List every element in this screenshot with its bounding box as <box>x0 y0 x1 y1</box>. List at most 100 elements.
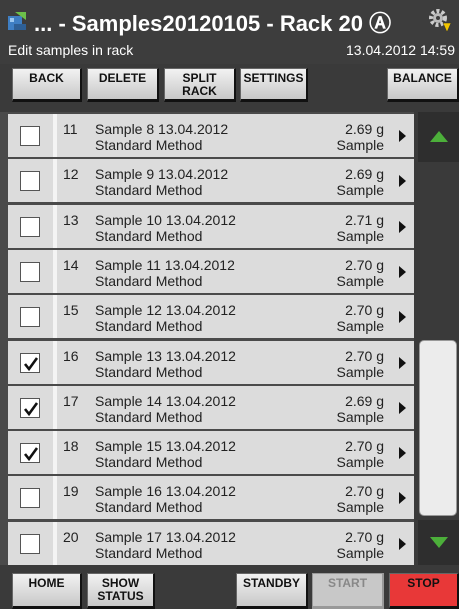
sample-checkbox[interactable] <box>20 216 40 237</box>
sample-weight: 2.71 g <box>345 211 384 228</box>
sample-checkbox[interactable] <box>20 533 40 554</box>
chevron-right-icon[interactable] <box>399 356 406 369</box>
list-item[interactable]: 16 Sample 13 13.04.2012 Standard Method 2.7… <box>8 340 414 384</box>
sample-number: 12 <box>63 166 79 183</box>
chevron-right-icon[interactable] <box>399 220 406 233</box>
sample-weight: 2.69 g <box>345 121 384 137</box>
sample-type: Sample <box>336 318 384 335</box>
sample-method: Standard Method <box>95 408 203 425</box>
sample-checkbox[interactable] <box>20 352 40 373</box>
row-divider <box>53 431 57 475</box>
list-item[interactable]: 12 Sample 9 13.04.2012 Standard Method 2.69… <box>8 159 414 203</box>
sample-type: Sample <box>336 363 384 380</box>
datetime-display: 13.04.2012 14:59 <box>346 42 455 58</box>
sample-number: 14 <box>63 256 79 273</box>
list-item[interactable]: 14 Sample 11 13.04.2012 Standard Method 2.7… <box>8 249 414 293</box>
sample-list: 11 Sample 8 13.04.2012 Standard Method 2.69… <box>0 112 414 565</box>
sample-number: 20 <box>63 528 79 545</box>
row-divider <box>53 476 57 520</box>
balance-button[interactable]: BALANCE <box>387 68 459 102</box>
sample-method: Standard Method <box>95 499 203 516</box>
row-divider <box>53 159 57 203</box>
sample-type: Sample <box>336 499 384 516</box>
standby-button[interactable]: STANDBY <box>236 573 308 609</box>
chevron-right-icon[interactable] <box>399 311 406 324</box>
gear-warning-icon[interactable] <box>425 6 453 34</box>
sample-number: 11 <box>63 121 78 137</box>
start-button[interactable]: START <box>312 573 384 609</box>
list-item[interactable]: 18 Sample 15 13.04.2012 Standard Method 2.7… <box>8 431 414 475</box>
sample-type: Sample <box>336 454 384 471</box>
sample-name: Sample 9 13.04.2012 <box>95 166 229 183</box>
sample-checkbox[interactable] <box>20 261 40 282</box>
triangle-up-icon <box>430 131 448 142</box>
triangle-down-icon <box>430 537 448 548</box>
sample-number: 15 <box>63 302 79 319</box>
chevron-right-icon[interactable] <box>399 130 406 142</box>
chevron-right-icon[interactable] <box>399 265 406 278</box>
sample-name: Sample 11 13.04.2012 <box>95 256 235 273</box>
sample-type: Sample <box>336 227 384 244</box>
sample-weight: 2.70 g <box>345 347 384 364</box>
sample-method: Standard Method <box>95 182 203 199</box>
rack-app-icon <box>6 10 28 32</box>
sample-type: Sample <box>336 408 384 425</box>
sample-name: Sample 12 13.04.2012 <box>95 302 236 319</box>
sample-weight: 2.70 g <box>345 302 384 319</box>
scrollbar-thumb[interactable] <box>419 340 457 516</box>
sample-checkbox[interactable] <box>20 307 40 328</box>
sample-weight: 2.70 g <box>345 528 384 545</box>
row-divider <box>53 204 57 248</box>
sample-method: Standard Method <box>95 137 203 153</box>
sample-weight: 2.70 g <box>345 438 384 455</box>
sample-number: 16 <box>63 347 79 364</box>
list-item[interactable]: 17 Sample 14 13.04.2012 Standard Method 2.6… <box>8 385 414 429</box>
row-divider <box>53 521 57 565</box>
chevron-right-icon[interactable] <box>399 401 406 414</box>
bottom-bar: HOME SHOW STATUS STANDBY START STOP <box>0 569 459 609</box>
row-divider <box>53 340 57 384</box>
list-item[interactable]: 13 Sample 10 13.04.2012 Standard Method 2.7… <box>8 204 414 248</box>
home-button[interactable]: HOME <box>12 573 82 609</box>
delete-button[interactable]: DELETE <box>87 68 159 102</box>
sample-weight: 2.70 g <box>345 483 384 500</box>
list-item[interactable]: 20 Sample 17 13.04.2012 Standard Method 2.7… <box>8 521 414 565</box>
sample-name: Sample 15 13.04.2012 <box>95 438 236 455</box>
sample-name: Sample 16 13.04.2012 <box>95 483 236 500</box>
chevron-right-icon[interactable] <box>399 537 406 550</box>
row-divider <box>53 385 57 429</box>
sample-checkbox[interactable] <box>20 488 40 509</box>
sample-type: Sample <box>336 544 384 561</box>
page-subtitle: Edit samples in rack <box>8 42 134 58</box>
scroll-up-button[interactable] <box>418 112 459 162</box>
sample-name: Sample 17 13.04.2012 <box>95 528 236 545</box>
row-divider <box>53 249 57 293</box>
show-status-button[interactable]: SHOW STATUS <box>87 573 155 609</box>
sample-name: Sample 14 13.04.2012 <box>95 392 236 409</box>
sample-checkbox[interactable] <box>20 397 40 418</box>
sample-number: 18 <box>63 438 79 455</box>
sample-method: Standard Method <box>95 227 203 244</box>
sample-checkbox[interactable] <box>20 171 40 192</box>
list-item[interactable]: 11 Sample 8 13.04.2012 Standard Method 2.69… <box>8 114 414 157</box>
scroll-down-button[interactable] <box>418 520 459 565</box>
checkmark-icon <box>23 447 39 462</box>
sample-method: Standard Method <box>95 454 203 471</box>
back-button[interactable]: BACK <box>12 68 82 102</box>
chevron-right-icon[interactable] <box>399 447 406 460</box>
sample-weight: 2.69 g <box>345 392 384 409</box>
sample-type: Sample <box>336 272 384 289</box>
chevron-right-icon[interactable] <box>399 492 406 505</box>
split-rack-button[interactable]: SPLIT RACK <box>164 68 236 102</box>
sample-checkbox[interactable] <box>20 126 40 146</box>
sample-number: 13 <box>63 211 79 228</box>
settings-button[interactable]: SETTINGS <box>240 68 308 102</box>
stop-button[interactable]: STOP <box>389 573 459 609</box>
list-item[interactable]: 15 Sample 12 13.04.2012 Standard Method 2.7… <box>8 295 414 339</box>
list-item[interactable]: 19 Sample 16 13.04.2012 Standard Method 2.7… <box>8 476 414 520</box>
sample-weight: 2.69 g <box>345 166 384 183</box>
sample-checkbox[interactable] <box>20 443 40 464</box>
window-title: ... - Samples20120105 - Rack 20 Ⓐ <box>34 11 392 36</box>
sample-number: 19 <box>63 483 79 500</box>
chevron-right-icon[interactable] <box>399 175 406 188</box>
